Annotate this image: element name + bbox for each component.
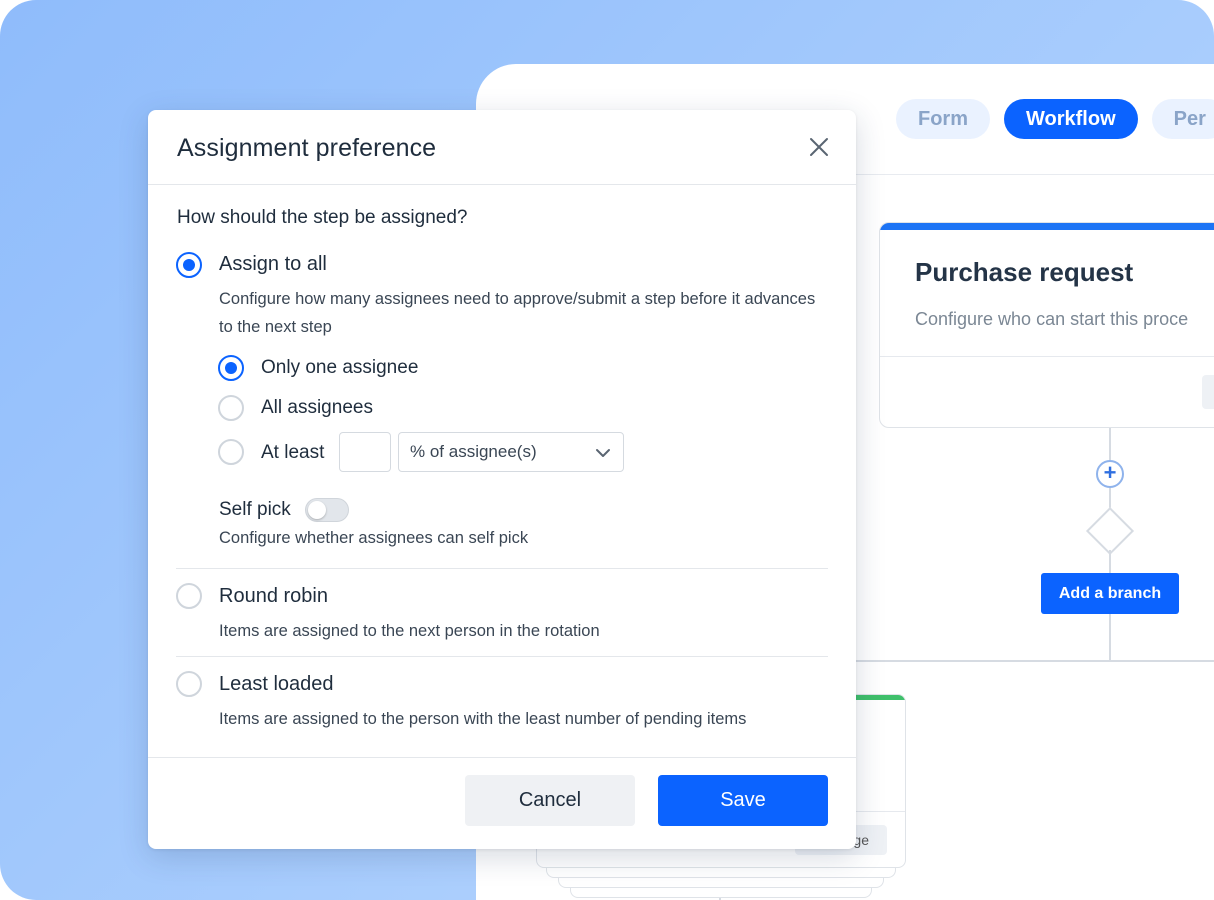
close-icon[interactable] bbox=[806, 134, 832, 160]
tab-divider bbox=[856, 174, 1214, 175]
at-least-count-input[interactable] bbox=[339, 432, 391, 472]
dialog-title: Assignment preference bbox=[177, 134, 437, 162]
assignment-question: How should the step be assigned? bbox=[177, 207, 468, 228]
card-action-button[interactable] bbox=[1202, 375, 1214, 409]
workflow-start-card[interactable]: Purchase request Configure who can start… bbox=[879, 222, 1214, 428]
option-label-assign-to-all: Assign to all bbox=[219, 253, 327, 275]
tab-bar: Form Workflow Per bbox=[896, 99, 1214, 139]
radio-only-one-assignee[interactable] bbox=[218, 355, 244, 381]
save-button[interactable]: Save bbox=[658, 775, 828, 826]
at-least-unit-select[interactable]: % of assignee(s) bbox=[398, 432, 624, 472]
self-pick-toggle[interactable] bbox=[305, 498, 349, 522]
at-least-unit-value: % of assignee(s) bbox=[410, 442, 537, 461]
self-pick-description: Configure whether assignees can self pic… bbox=[219, 529, 529, 547]
radio-all-assignees[interactable] bbox=[218, 395, 244, 421]
card-stack-layer bbox=[558, 878, 884, 888]
label-at-least: At least bbox=[261, 442, 325, 463]
option-label-round-robin: Round robin bbox=[219, 585, 328, 607]
cancel-button[interactable]: Cancel bbox=[465, 775, 635, 826]
radio-least-loaded[interactable] bbox=[176, 671, 202, 697]
card-divider bbox=[880, 356, 1214, 357]
branch-diamond-icon bbox=[1085, 506, 1135, 556]
radio-assign-to-all[interactable] bbox=[176, 252, 202, 278]
connector-line bbox=[1109, 550, 1111, 573]
chevron-down-icon bbox=[596, 449, 610, 457]
option-desc-round-robin: Items are assigned to the next person in… bbox=[219, 622, 600, 640]
radio-round-robin[interactable] bbox=[176, 583, 202, 609]
assignment-preference-dialog: Assignment preference How should the ste… bbox=[148, 110, 856, 849]
tab-workflow[interactable]: Workflow bbox=[1004, 99, 1138, 139]
connector-line bbox=[1109, 428, 1111, 460]
option-divider bbox=[176, 568, 828, 569]
label-only-one-assignee: Only one assignee bbox=[261, 357, 419, 378]
card-accent-bar bbox=[880, 223, 1214, 230]
tab-permissions[interactable]: Per bbox=[1151, 99, 1214, 139]
card-stack-layer bbox=[570, 888, 872, 898]
card-subtitle: Configure who can start this proce bbox=[915, 309, 1189, 329]
connector-line bbox=[1109, 614, 1111, 660]
option-desc-least-loaded: Items are assigned to the person with th… bbox=[219, 710, 747, 728]
option-desc-assign-to-all: Configure how many assignees need to app… bbox=[219, 290, 816, 336]
card-stack-layer bbox=[546, 868, 896, 878]
card-title: Purchase request bbox=[915, 257, 1134, 287]
tab-form[interactable]: Form bbox=[896, 99, 990, 139]
add-step-icon[interactable]: + bbox=[1096, 460, 1124, 488]
self-pick-label: Self pick bbox=[219, 499, 291, 520]
dialog-footer: Cancel Save bbox=[148, 757, 856, 849]
add-branch-button[interactable]: Add a branch bbox=[1041, 573, 1179, 614]
radio-at-least[interactable] bbox=[218, 439, 244, 465]
option-divider bbox=[176, 656, 828, 657]
option-label-least-loaded: Least loaded bbox=[219, 673, 334, 695]
branch-line bbox=[856, 660, 1214, 662]
label-all-assignees: All assignees bbox=[261, 397, 373, 418]
dialog-header: Assignment preference bbox=[148, 110, 856, 185]
